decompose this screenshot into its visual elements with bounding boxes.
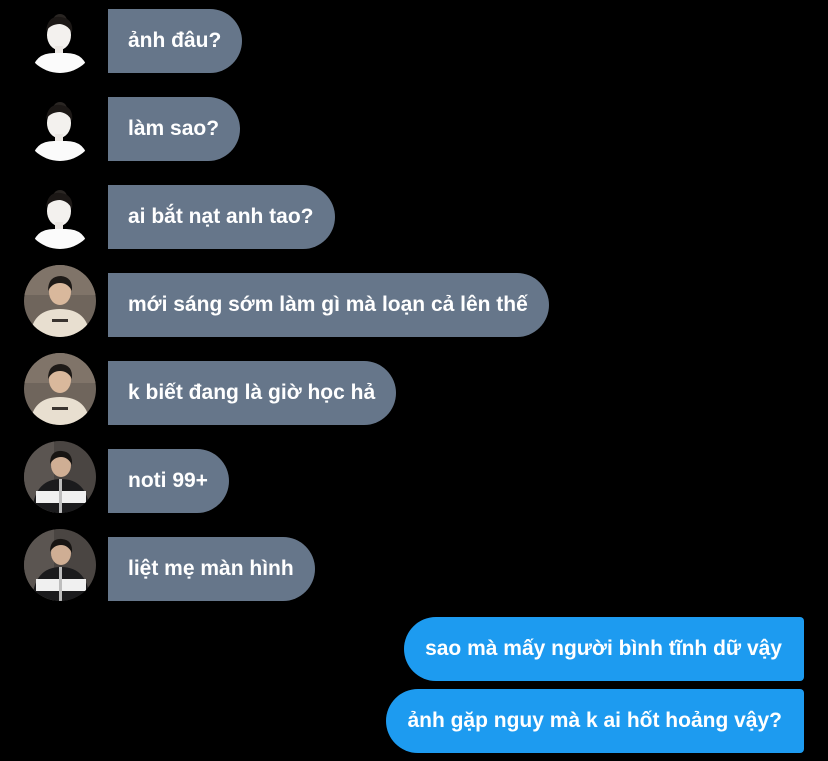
message-row-incoming: noti 99+ bbox=[0, 441, 828, 513]
incoming-message-bubble[interactable]: ai bắt nạt anh tao? bbox=[108, 185, 335, 249]
avatar-cream-shirt-boy[interactable] bbox=[24, 353, 96, 425]
avatar-image bbox=[24, 1, 96, 73]
avatar-white-shirt-girl[interactable] bbox=[24, 1, 96, 73]
avatar-cream-shirt-boy[interactable] bbox=[24, 265, 96, 337]
message-row-incoming: ai bắt nạt anh tao? bbox=[0, 177, 828, 249]
avatar-white-shirt-girl[interactable] bbox=[24, 89, 96, 161]
incoming-message-bubble[interactable]: ảnh đâu? bbox=[108, 9, 243, 73]
avatar-image bbox=[24, 177, 96, 249]
avatar-dark-jacket-boy[interactable] bbox=[24, 529, 96, 601]
avatar-image bbox=[24, 441, 96, 513]
incoming-message-bubble[interactable]: mới sáng sớm làm gì mà loạn cả lên thế bbox=[108, 273, 549, 337]
avatar-image bbox=[24, 529, 96, 601]
message-row-outgoing: sao mà mấy người bình tĩnh dữ vậy bbox=[404, 617, 804, 681]
incoming-message-bubble[interactable]: liệt mẹ màn hình bbox=[108, 537, 315, 601]
message-row-incoming: làm sao? bbox=[0, 89, 828, 161]
message-row-outgoing: ảnh gặp nguy mà k ai hốt hoảng vậy? bbox=[386, 689, 804, 753]
avatar-image bbox=[24, 265, 96, 337]
message-row-incoming: k biết đang là giờ học hả bbox=[0, 353, 828, 425]
avatar-image bbox=[24, 353, 96, 425]
incoming-message-bubble[interactable]: làm sao? bbox=[108, 97, 241, 161]
avatar-dark-jacket-boy[interactable] bbox=[24, 441, 96, 513]
outgoing-message-bubble[interactable]: ảnh gặp nguy mà k ai hốt hoảng vậy? bbox=[386, 689, 804, 753]
message-row-incoming: mới sáng sớm làm gì mà loạn cả lên thế bbox=[0, 265, 828, 337]
incoming-message-bubble[interactable]: k biết đang là giờ học hả bbox=[108, 361, 397, 425]
message-row-incoming: liệt mẹ màn hình bbox=[0, 529, 828, 601]
outgoing-message-bubble[interactable]: sao mà mấy người bình tĩnh dữ vậy bbox=[404, 617, 804, 681]
message-row-incoming: ảnh đâu? bbox=[0, 1, 828, 73]
incoming-message-bubble[interactable]: noti 99+ bbox=[108, 449, 229, 513]
avatar-white-shirt-girl[interactable] bbox=[24, 177, 96, 249]
avatar-image bbox=[24, 89, 96, 161]
